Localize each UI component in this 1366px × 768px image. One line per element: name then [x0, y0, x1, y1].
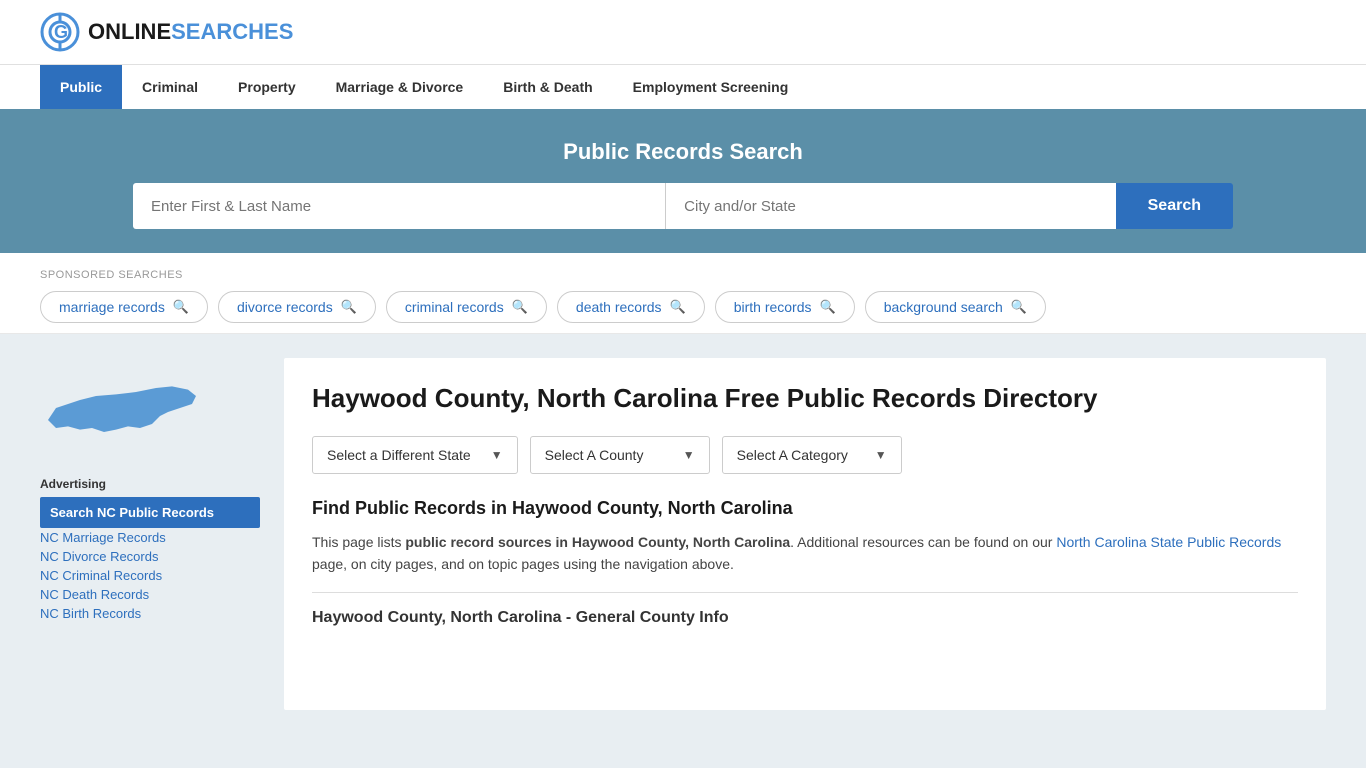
pill-label: divorce records — [237, 299, 333, 315]
search-button[interactable]: Search — [1116, 183, 1233, 229]
pill-label: birth records — [734, 299, 812, 315]
nc-state-records-link[interactable]: North Carolina State Public Records — [1056, 534, 1281, 550]
sidebar-link-birth[interactable]: NC Birth Records — [40, 606, 260, 621]
search-icon: 🔍 — [1011, 299, 1027, 315]
main-nav: Public Criminal Property Marriage & Divo… — [0, 64, 1366, 109]
logo: G ONLINESEARCHES — [40, 12, 293, 52]
section-divider — [312, 592, 1298, 593]
pill-background-search[interactable]: background search 🔍 — [865, 291, 1046, 323]
search-icon: 🔍 — [670, 299, 686, 315]
pill-criminal-records[interactable]: criminal records 🔍 — [386, 291, 547, 323]
search-icon: 🔍 — [341, 299, 357, 315]
find-text-part2: . Additional resources can be found on o… — [790, 534, 1056, 550]
find-text-part3: page, on city pages, and on topic pages … — [312, 556, 734, 572]
find-text: This page lists public record sources in… — [312, 531, 1298, 576]
sidebar-link-divorce[interactable]: NC Divorce Records — [40, 549, 260, 564]
nav-marriage-divorce[interactable]: Marriage & Divorce — [316, 65, 484, 109]
pill-label: background search — [884, 299, 1003, 315]
search-icon: 🔍 — [820, 299, 836, 315]
state-dropdown-label: Select a Different State — [327, 447, 471, 463]
find-text-bold: public record sources in Haywood County,… — [405, 534, 790, 550]
county-dropdown-label: Select A County — [545, 447, 644, 463]
hero-section: Public Records Search Search — [0, 109, 1366, 253]
hero-title: Public Records Search — [40, 139, 1326, 165]
nav-birth-death[interactable]: Birth & Death — [483, 65, 612, 109]
general-info-heading: Haywood County, North Carolina - General… — [312, 609, 1298, 627]
header: G ONLINESEARCHES — [0, 0, 1366, 64]
nav-property[interactable]: Property — [218, 65, 316, 109]
sidebar-ad-item[interactable]: Search NC Public Records — [40, 497, 260, 528]
filter-dropdowns: Select a Different State ▼ Select A Coun… — [312, 436, 1298, 474]
sidebar: Advertising Search NC Public Records NC … — [40, 358, 260, 710]
category-dropdown[interactable]: Select A Category ▼ — [722, 436, 902, 474]
pill-label: death records — [576, 299, 662, 315]
pill-divorce-records[interactable]: divorce records 🔍 — [218, 291, 376, 323]
main-content: Advertising Search NC Public Records NC … — [0, 334, 1366, 734]
find-heading: Find Public Records in Haywood County, N… — [312, 498, 1298, 519]
page-title: Haywood County, North Carolina Free Publ… — [312, 382, 1298, 416]
chevron-down-icon: ▼ — [491, 448, 503, 462]
chevron-down-icon: ▼ — [875, 448, 887, 462]
state-dropdown[interactable]: Select a Different State ▼ — [312, 436, 518, 474]
pill-label: criminal records — [405, 299, 504, 315]
pill-label: marriage records — [59, 299, 165, 315]
county-dropdown[interactable]: Select A County ▼ — [530, 436, 710, 474]
nav-criminal[interactable]: Criminal — [122, 65, 218, 109]
logo-icon: G — [40, 12, 80, 52]
sidebar-link-marriage[interactable]: NC Marriage Records — [40, 530, 260, 545]
sponsored-pills: marriage records 🔍 divorce records 🔍 cri… — [40, 291, 1326, 323]
sidebar-link-criminal[interactable]: NC Criminal Records — [40, 568, 260, 583]
sponsored-label: SPONSORED SEARCHES — [40, 269, 1326, 281]
sidebar-ad-label: Advertising — [40, 477, 260, 491]
pill-death-records[interactable]: death records 🔍 — [557, 291, 705, 323]
logo-online: ONLINE — [88, 19, 171, 44]
nav-employment[interactable]: Employment Screening — [613, 65, 809, 109]
content-area: Haywood County, North Carolina Free Publ… — [284, 358, 1326, 710]
name-input[interactable] — [133, 183, 665, 229]
nav-public[interactable]: Public — [40, 65, 122, 109]
category-dropdown-label: Select A Category — [737, 447, 848, 463]
sidebar-link-death[interactable]: NC Death Records — [40, 587, 260, 602]
find-text-part1: This page lists — [312, 534, 405, 550]
search-icon: 🔍 — [173, 299, 189, 315]
logo-text: ONLINESEARCHES — [88, 19, 293, 45]
nc-map — [40, 358, 200, 458]
logo-searches: SEARCHES — [171, 19, 293, 44]
location-input[interactable] — [665, 183, 1115, 229]
svg-text:G: G — [54, 22, 68, 42]
pill-birth-records[interactable]: birth records 🔍 — [715, 291, 855, 323]
chevron-down-icon: ▼ — [683, 448, 695, 462]
search-icon: 🔍 — [512, 299, 528, 315]
pill-marriage-records[interactable]: marriage records 🔍 — [40, 291, 208, 323]
sponsored-section: SPONSORED SEARCHES marriage records 🔍 di… — [0, 253, 1366, 334]
search-form: Search — [133, 183, 1233, 229]
